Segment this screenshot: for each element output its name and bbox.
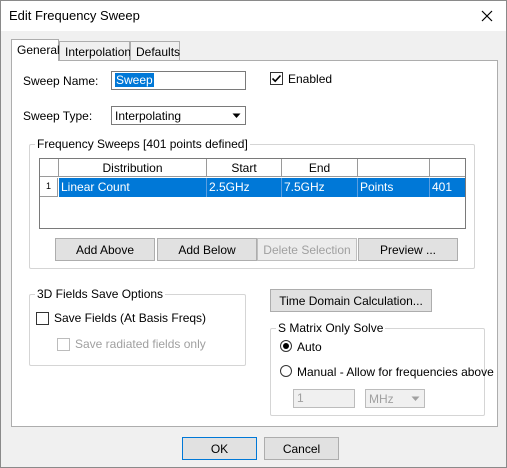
frequency-sweeps-group-label: Frequency Sweeps [401 points defined] — [35, 137, 250, 151]
cell-count[interactable]: 401 — [430, 178, 465, 197]
ok-button[interactable]: OK — [182, 437, 257, 460]
general-content: Sweep Name: Sweep Enabled Sweep Type: In… — [1, 1, 506, 467]
sweep-type-label: Sweep Type: — [23, 109, 93, 123]
cell-type[interactable]: Points — [358, 178, 430, 197]
manual-radio[interactable] — [280, 365, 292, 377]
frequency-unit-value: MHz — [369, 392, 394, 406]
enabled-label: Enabled — [288, 72, 333, 86]
column-header-start[interactable]: Start — [207, 159, 282, 177]
sweep-type-value: Interpolating — [115, 109, 182, 123]
fields-save-group: 3D Fields Save Options — [29, 287, 246, 366]
sweep-type-select[interactable]: Interpolating — [111, 106, 246, 125]
column-header-end[interactable]: End — [282, 159, 358, 177]
frequency-unit-select[interactable]: MHz — [365, 389, 425, 408]
chevron-down-icon — [408, 391, 423, 406]
sweep-name-value: Sweep — [115, 73, 154, 87]
cancel-button[interactable]: Cancel — [264, 437, 339, 460]
preview-button[interactable]: Preview ... — [358, 238, 458, 261]
time-domain-calculation-button[interactable]: Time Domain Calculation... — [270, 289, 432, 312]
row-header[interactable]: 1 — [40, 178, 58, 197]
checkmark-icon — [271, 74, 282, 83]
manual-label: Manual - Allow for frequencies above — [297, 365, 494, 379]
delete-selection-button[interactable]: Delete Selection — [257, 238, 357, 261]
cell-distribution[interactable]: Linear Count — [59, 178, 207, 197]
enabled-checkbox[interactable] — [270, 72, 283, 85]
radio-selected-dot — [283, 343, 289, 349]
save-fields-label: Save Fields (At Basis Freqs) — [54, 311, 207, 325]
add-below-button[interactable]: Add Below — [157, 238, 257, 261]
auto-label: Auto — [297, 340, 322, 354]
column-header-distribution[interactable]: Distribution — [59, 159, 207, 177]
column-header-5[interactable] — [430, 159, 465, 177]
sweep-name-label: Sweep Name: — [23, 74, 99, 88]
save-radiated-checkbox[interactable] — [57, 338, 70, 351]
save-fields-checkbox[interactable] — [36, 312, 49, 325]
column-header-4[interactable] — [358, 159, 430, 177]
chevron-down-icon — [229, 108, 244, 123]
save-radiated-label: Save radiated fields only — [75, 337, 206, 351]
table-corner-header — [40, 159, 59, 177]
fields-save-group-label: 3D Fields Save Options — [35, 287, 166, 301]
auto-radio[interactable] — [280, 340, 292, 352]
cell-start[interactable]: 2.5GHz — [207, 178, 282, 197]
s-matrix-group-label: S Matrix Only Solve — [276, 321, 386, 335]
sweep-name-input[interactable]: Sweep — [111, 71, 246, 90]
cell-end[interactable]: 7.5GHz — [282, 178, 358, 197]
add-above-button[interactable]: Add Above — [55, 238, 155, 261]
frequency-sweeps-table[interactable]: Distribution Start End 1 Linear Count 2.… — [39, 158, 466, 229]
manual-frequency-input[interactable]: 1 — [293, 389, 355, 408]
table-row[interactable]: 1 Linear Count 2.5GHz 7.5GHz Points 401 — [40, 178, 465, 197]
dialog-window: Edit Frequency Sweep General Interpolati… — [0, 0, 507, 468]
